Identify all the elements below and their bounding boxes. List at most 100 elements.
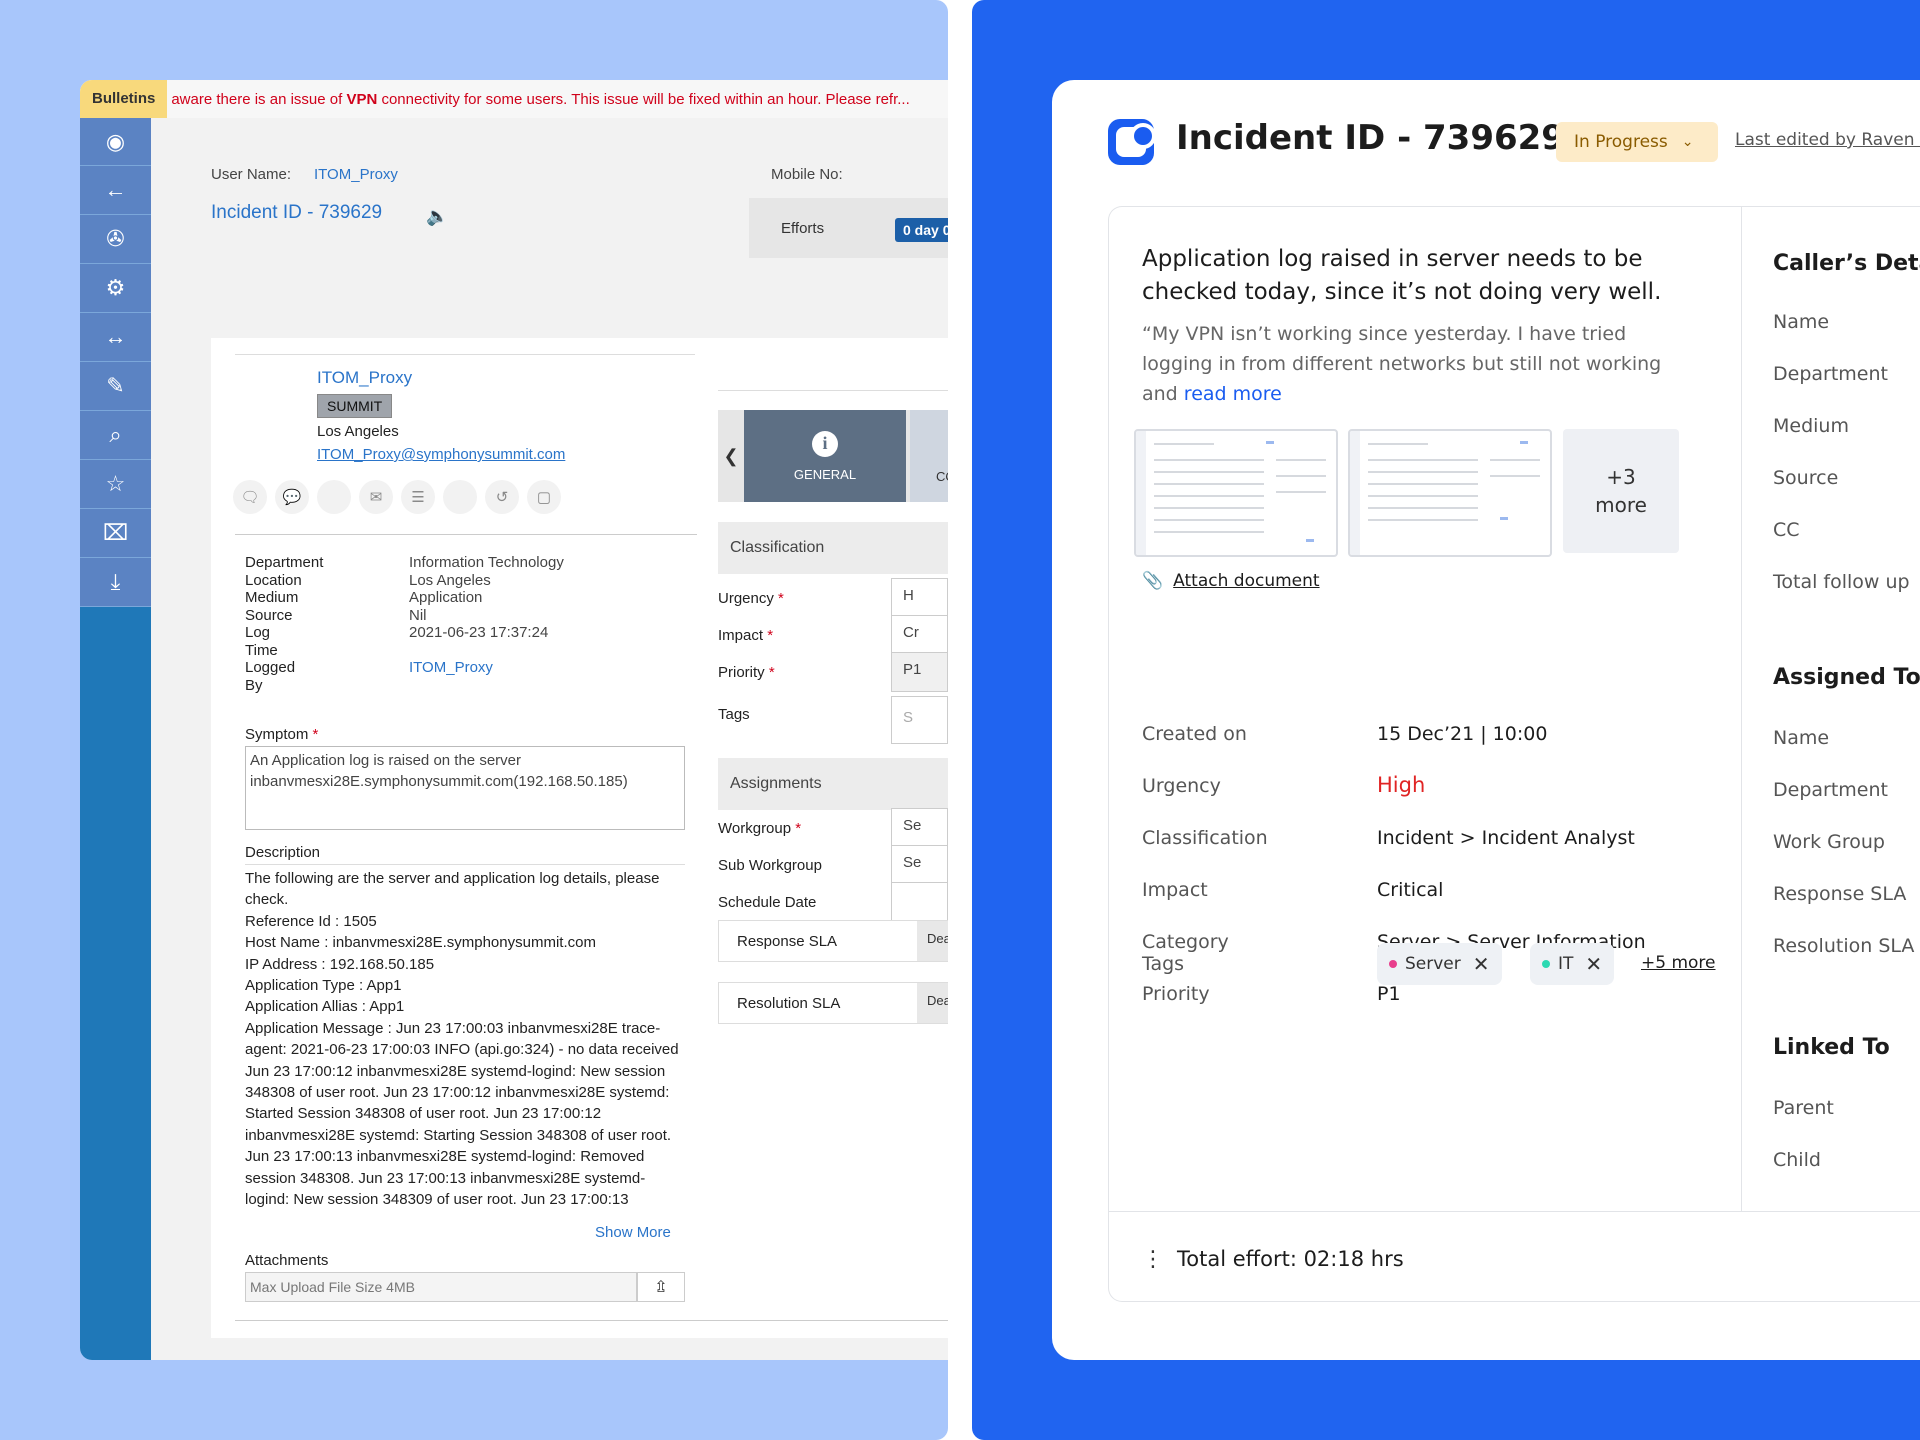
status-label: In Progress [1574,132,1668,152]
legacy-sidebar: ◉ ← ✇ ⚙ ↔ ✎ ⌕ ☆ ⌧ ⤓ [80,118,151,1360]
history-icon[interactable]: ↺ [485,480,519,514]
caller-name[interactable]: ITOM_Proxy [317,368,412,388]
legacy-ui-panel: Bulletins aware there is an issue of VPN… [0,0,948,1440]
assignee-workgroup-label: Work Group [1773,831,1885,853]
child-label: Child [1773,1149,1821,1171]
detail-value-location: Los Angeles [409,571,491,589]
tag-chip[interactable]: Server ✕ [1377,943,1502,985]
response-sla-deadline: Dea [917,921,948,961]
tags-field[interactable]: S [891,696,948,744]
classification-header: Classification [718,522,948,574]
resolution-sla-label: Resolution SLA [737,995,841,1012]
resolution-sla-label: Resolution SLA [1773,935,1915,957]
screenshot-thumbnail[interactable] [1348,429,1552,557]
urgency-value[interactable]: High [1377,773,1425,797]
aperture-icon[interactable]: ✇ [80,215,151,264]
search-icon[interactable]: ⌕ [80,411,151,460]
list-icon[interactable]: ☰ [401,480,435,514]
mail-icon[interactable]: ✉ [359,480,393,514]
star-icon[interactable]: ☆ [80,460,151,509]
legacy-incident-card: ITOM_Proxy SUMMIT Los Angeles ITOM_Proxy… [211,338,948,1338]
legacy-app-window: Bulletins aware there is an issue of VPN… [80,80,948,1360]
delete-file-icon[interactable]: ⌧ [80,509,151,558]
read-more-link[interactable]: read more [1184,383,1282,405]
tag-label: IT [1558,954,1574,974]
assigned-to-heading: Assigned To [1773,665,1920,690]
tab-general-label: GENERAL [793,466,857,482]
description-label: Description [245,844,321,861]
chat-icon[interactable]: 🗨 [233,480,267,514]
last-edited-link[interactable]: Last edited by Raven Y [1735,130,1920,150]
screenshot-thumbnail[interactable] [1134,429,1338,557]
show-more-link[interactable]: Show More [595,1224,671,1241]
tag-chip[interactable]: IT ✕ [1530,943,1615,985]
description-text: The following are the server and applica… [245,870,679,1209]
workgroup-field[interactable]: Se [891,808,948,848]
blank-action-icon[interactable] [443,480,477,514]
monitor-icon[interactable]: ▢ [527,480,561,514]
impact-field[interactable]: Cr [891,615,948,655]
more-attachments-tile[interactable]: +3 more [1563,429,1679,553]
tab-general[interactable]: i GENERAL [744,410,906,502]
user-name-label: User Name: [211,166,292,183]
upload-field[interactable]: Max Upload File Size 4MB [245,1272,637,1302]
detail-label-time: Time [245,641,278,659]
info-icon: i [812,430,838,457]
classification-value[interactable]: Incident > Incident Analyst [1377,827,1635,849]
divider [245,864,685,865]
schedule-date-field[interactable] [891,882,948,922]
caller-source-label: Source [1773,467,1839,489]
detail-value-logged-by[interactable]: ITOM_Proxy [409,659,493,676]
comment-icon[interactable]: 💬 [275,480,309,514]
detail-label-by: By [245,676,263,694]
caller-email-link[interactable]: ITOM_Proxy@symphonysummit.com [317,446,565,463]
chevron-left-icon[interactable]: ❮ [718,410,744,502]
efforts-badge: 0 day 0 [895,218,948,242]
blank-action-icon[interactable] [317,480,351,514]
gear-icon[interactable]: ⚙ [80,264,151,313]
callers-details-heading: Caller’s Detai [1773,251,1920,276]
tag-label: Server [1405,954,1461,974]
more-tags-link[interactable]: +5 more [1641,953,1716,973]
priority-value[interactable]: P1 [1377,983,1401,1005]
close-icon[interactable]: ✕ [1473,952,1490,976]
response-sla-row: Response SLA Dea [718,920,948,962]
category-label: Category [1142,931,1229,953]
detail-label-source: Source [245,606,293,624]
back-arrow-icon[interactable]: ← [80,166,151,215]
detail-value-log-time: 2021-06-23 17:37:24 [409,624,549,641]
impact-value[interactable]: Critical [1377,879,1443,901]
detail-value-department: Information Technology [409,554,564,571]
more-attachments-label: more [1595,493,1647,517]
priority-label: Priority [1142,983,1210,1005]
detail-value-medium: Application [409,589,483,606]
incident-card: Application log raised in server needs t… [1108,206,1920,1302]
speaker-icon[interactable]: 🔈 [426,206,448,227]
legacy-incident-title: Incident ID - 739629 [211,202,383,223]
sub-workgroup-field[interactable]: Se [891,845,948,885]
paperclip-icon: 📎 [1142,571,1164,591]
efforts-box: Efforts 0 day 0 [749,198,948,258]
record-icon[interactable]: ◉ [80,118,151,166]
tab-next[interactable]: CO [910,410,948,502]
tag-color-dot [1542,960,1550,968]
download-icon[interactable]: ⤓ [80,558,151,607]
more-options-icon[interactable]: ⋮ [1142,1247,1164,1272]
priority-label: Priority * [718,664,775,681]
priority-field[interactable]: P1 [891,652,948,692]
close-icon[interactable]: ✕ [1585,952,1602,976]
urgency-label: Urgency * [718,590,784,607]
symptom-textarea[interactable]: An Application log is raised on the serv… [245,746,685,830]
upload-icon[interactable]: ⇫ [637,1272,685,1302]
urgency-field[interactable]: H [891,578,948,618]
detail-label-location: Location [245,571,302,589]
user-name-value[interactable]: ITOM_Proxy [314,166,398,183]
bulletin-label[interactable]: Bulletins [80,80,168,118]
legacy-content: User Name: ITOM_Proxy Mobile No: Inciden… [151,118,948,1360]
mobile-label: Mobile No: [771,166,843,183]
swap-arrows-icon[interactable]: ↔ [80,313,151,362]
attach-document-button[interactable]: 📎 Attach document [1142,571,1320,591]
divider [1741,207,1742,1211]
status-dropdown[interactable]: In Progress ⌄ [1556,122,1718,162]
edit-note-icon[interactable]: ✎ [80,362,151,411]
